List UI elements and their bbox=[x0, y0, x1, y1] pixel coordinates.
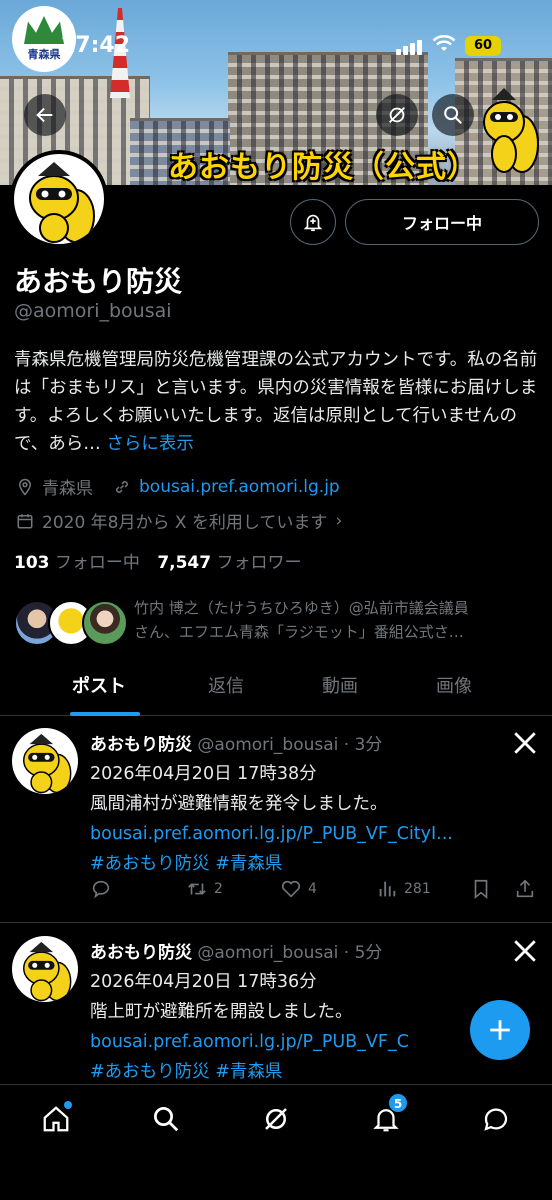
post[interactable]: あおもり防災 @aomori_bousai · 3分 2026年04月20日 1… bbox=[0, 716, 552, 923]
back-arrow-icon bbox=[36, 107, 53, 123]
post-header: あおもり防災 @aomori_bousai · 3分 bbox=[90, 730, 382, 755]
post-body: 2026年04月20日 17時38分 風間浦村が避難情報を発令しました。 bou… bbox=[90, 759, 530, 879]
calendar-icon bbox=[14, 510, 36, 532]
post-link[interactable]: bousai.pref.aomori.lg.jp/P_PUB_VF_CityI.… bbox=[90, 819, 520, 849]
post-actions: 2 4 281 bbox=[90, 878, 540, 904]
repost-button[interactable]: 2 bbox=[186, 878, 223, 900]
search-icon bbox=[444, 106, 462, 124]
notification-badge: 5 bbox=[388, 1093, 408, 1113]
followed-by-text: 竹内 博之（たけうちひろゆき）@弘前市議会議員 さん、エフエム青森「ラジモット」… bbox=[134, 599, 469, 641]
post-link[interactable]: bousai.pref.aomori.lg.jp/P_PUB_VF_C bbox=[90, 1027, 520, 1057]
post-avatar[interactable] bbox=[12, 728, 78, 794]
post-body: 2026年04月20日 17時36分 階上町が避難所を開設しました。 bousa… bbox=[90, 967, 530, 1087]
nav-home[interactable] bbox=[36, 1099, 76, 1139]
grok-icon bbox=[389, 107, 405, 123]
back-button[interactable] bbox=[24, 94, 66, 136]
signal-icon bbox=[396, 36, 424, 55]
link-icon bbox=[111, 476, 133, 498]
post-date: 2026年04月20日 17時38分 bbox=[90, 764, 317, 784]
bio-text: 青森県危機管理局防災危機管理課の公式アカウントです。私の名前は「おまもリス」と言… bbox=[14, 350, 538, 454]
post-hashtags[interactable]: #あおもり防災 #青森県 bbox=[90, 1057, 530, 1087]
search-button[interactable] bbox=[432, 94, 474, 136]
mascot-avatar-icon bbox=[22, 733, 72, 794]
reply-icon bbox=[92, 880, 110, 899]
followed-by-avatars bbox=[14, 600, 129, 646]
wifi-icon bbox=[432, 35, 456, 51]
location-text: 青森県 bbox=[42, 479, 93, 499]
like-button[interactable]: 4 bbox=[280, 878, 317, 900]
bookmark-icon bbox=[474, 879, 488, 900]
status-bar: 17:42 60 bbox=[0, 30, 552, 60]
reply-button[interactable] bbox=[90, 878, 112, 900]
nav-messages[interactable] bbox=[476, 1099, 516, 1139]
joined-row[interactable]: 2020 年8月から X を利用しています › bbox=[14, 508, 342, 533]
tab-videos[interactable]: 動画 bbox=[322, 672, 358, 698]
profile-tabs: ポスト 返信 動画 画像 bbox=[0, 662, 552, 716]
followed-by[interactable]: 竹内 博之（たけうちひろゆき）@弘前市議会議員 さん、エフエム青森「ラジモット」… bbox=[14, 596, 544, 650]
x-logo-icon bbox=[514, 940, 536, 962]
avatar bbox=[82, 600, 128, 646]
following-button[interactable]: フォロー中 bbox=[345, 199, 539, 245]
banner-title: あおもり防災（公式） bbox=[168, 150, 478, 185]
views-count: 281 bbox=[404, 881, 431, 897]
location-icon bbox=[14, 476, 36, 498]
profile-meta: 青森県 bousai.pref.aomori.lg.jp bbox=[14, 474, 340, 499]
website-link[interactable]: bousai.pref.aomori.lg.jp bbox=[139, 477, 340, 497]
share-button[interactable] bbox=[514, 878, 536, 900]
search-icon bbox=[154, 1107, 179, 1132]
mascot-avatar-icon bbox=[22, 941, 72, 1002]
tab-replies[interactable]: 返信 bbox=[208, 672, 244, 698]
post-text: 階上町が避難所を開設しました。 bbox=[90, 1002, 353, 1022]
bookmark-button[interactable] bbox=[470, 878, 492, 900]
post-author[interactable]: あおもり防災 bbox=[90, 735, 192, 755]
post-hashtags[interactable]: #あおもり防災 #青森県 bbox=[90, 849, 530, 879]
tab-images[interactable]: 画像 bbox=[436, 672, 472, 698]
post-author[interactable]: あおもり防災 bbox=[90, 943, 192, 963]
compose-post-button[interactable] bbox=[470, 1000, 530, 1060]
mascot-avatar-icon bbox=[29, 162, 95, 243]
show-more-link[interactable]: さらに表示 bbox=[106, 434, 194, 454]
profile-handle: @aomori_bousai bbox=[14, 300, 172, 322]
chat-icon bbox=[484, 1108, 508, 1131]
battery-indicator: 60 bbox=[465, 36, 501, 56]
bottom-navigation: 5 bbox=[0, 1084, 552, 1200]
profile-bio: 青森県危機管理局防災危機管理課の公式アカウントです。私の名前は「おまもリス」と言… bbox=[14, 346, 539, 458]
chevron-right-icon: › bbox=[335, 510, 343, 531]
unread-dot bbox=[64, 1101, 72, 1109]
follow-counts: 103 フォロー中 7,547 フォロワー bbox=[14, 548, 302, 573]
views-button[interactable]: 281 bbox=[376, 878, 431, 900]
x-logo-icon bbox=[514, 732, 536, 754]
post-handle-time: @aomori_bousai · 3分 bbox=[197, 735, 383, 755]
post-header: あおもり防災 @aomori_bousai · 5分 bbox=[90, 938, 382, 963]
nav-grok[interactable] bbox=[256, 1099, 296, 1139]
status-time: 17:42 bbox=[60, 33, 131, 58]
grok-button[interactable] bbox=[376, 94, 418, 136]
profile-avatar[interactable] bbox=[10, 150, 108, 248]
post-text: 風間浦村が避難情報を発令しました。 bbox=[90, 794, 388, 814]
nav-search[interactable] bbox=[146, 1099, 186, 1139]
like-count: 4 bbox=[308, 881, 317, 897]
post-avatar[interactable] bbox=[12, 936, 78, 1002]
nav-notifications[interactable]: 5 bbox=[366, 1093, 408, 1139]
bell-plus-icon bbox=[303, 214, 323, 232]
heart-icon bbox=[281, 880, 301, 898]
joined-text: 2020 年8月から X を利用しています bbox=[42, 513, 328, 533]
share-icon bbox=[516, 879, 534, 898]
grok-icon bbox=[265, 1108, 287, 1130]
followers-count-link[interactable]: 7,547 フォロワー bbox=[157, 553, 301, 573]
plus-icon bbox=[490, 1020, 510, 1040]
tab-posts[interactable]: ポスト bbox=[72, 672, 126, 698]
views-icon bbox=[379, 881, 396, 897]
profile-name: あおもり防災 bbox=[14, 265, 183, 298]
post-date: 2026年04月20日 17時36分 bbox=[90, 972, 317, 992]
post-handle-time: @aomori_bousai · 5分 bbox=[197, 943, 383, 963]
mascot-icon bbox=[483, 88, 539, 173]
repost-count: 2 bbox=[214, 881, 223, 897]
post[interactable]: あおもり防災 @aomori_bousai · 5分 2026年04月20日 1… bbox=[0, 924, 552, 1084]
notify-subscribe-button[interactable] bbox=[290, 199, 336, 245]
repost-icon bbox=[188, 883, 206, 895]
following-count-link[interactable]: 103 フォロー中 bbox=[14, 553, 140, 573]
